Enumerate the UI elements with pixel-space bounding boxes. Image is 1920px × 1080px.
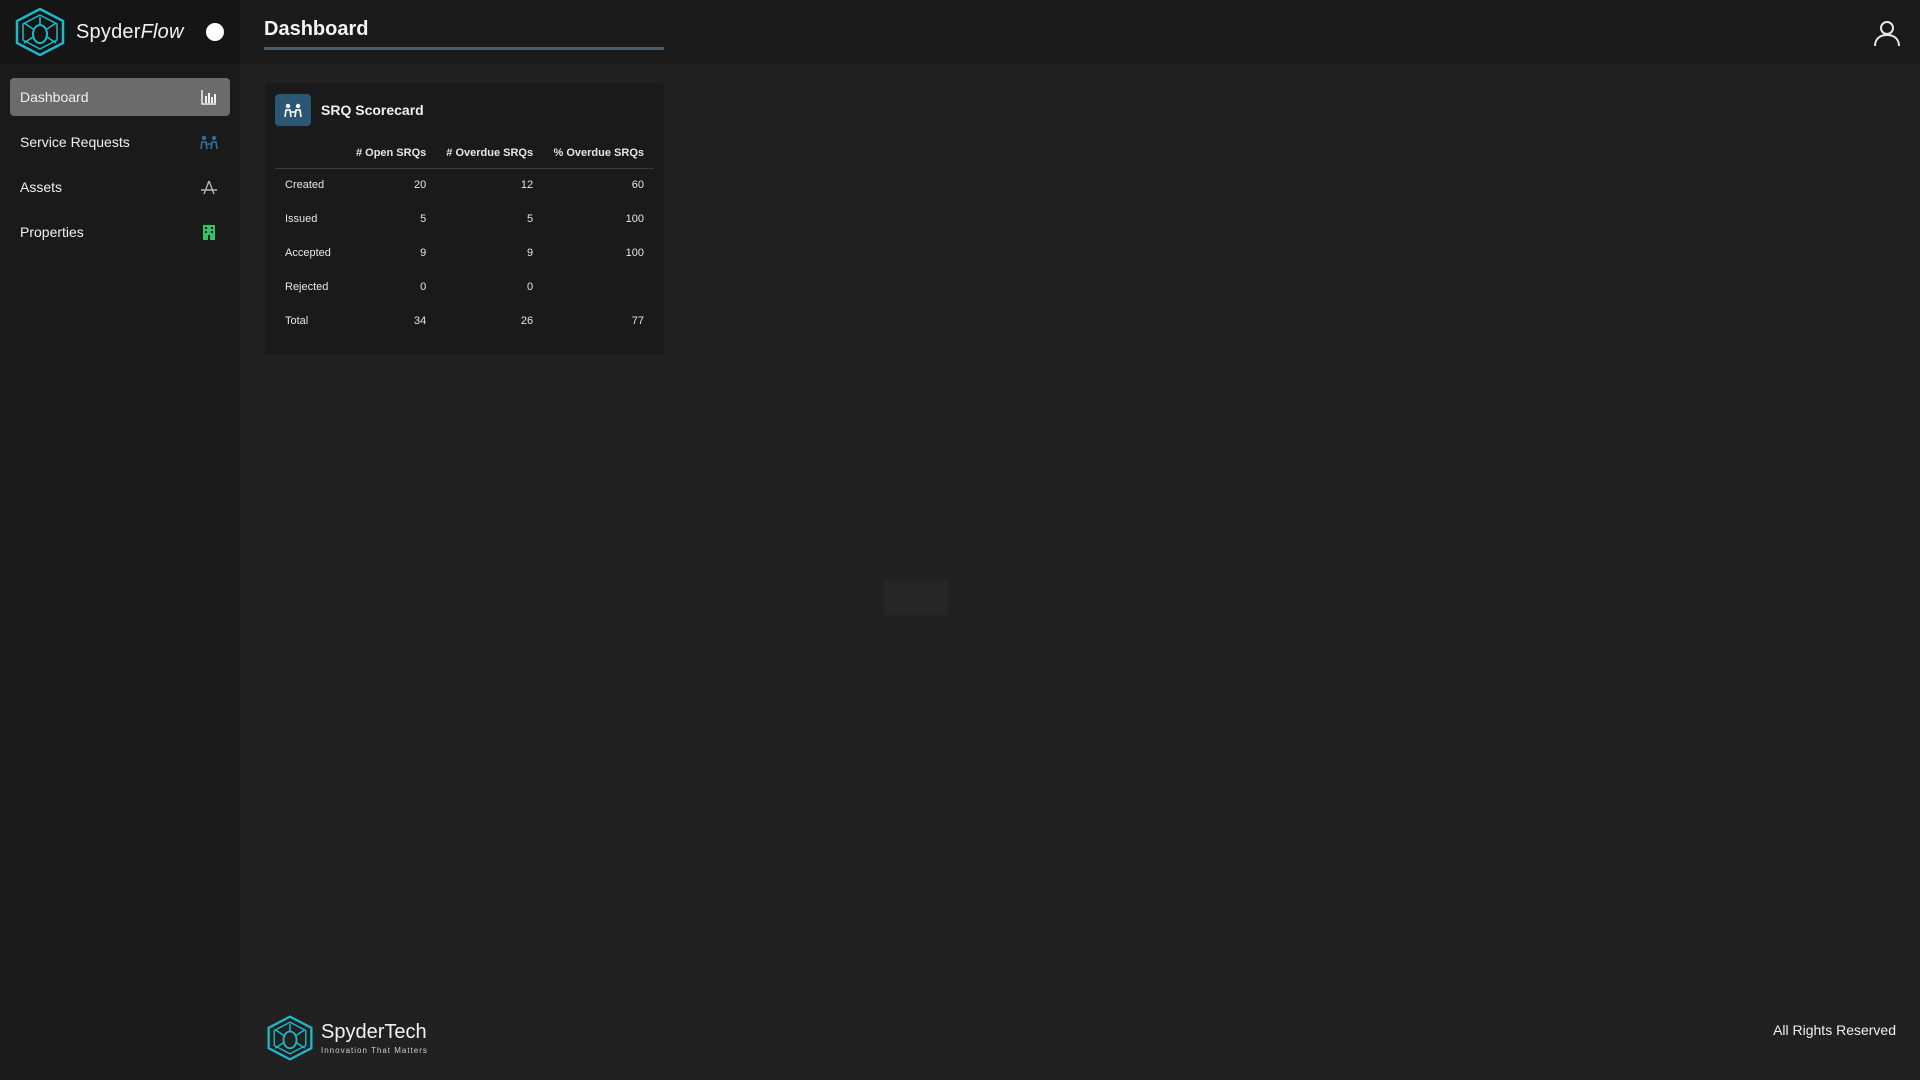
sidebar-nav: Dashboard Service Requests Assets Proper… <box>0 64 240 251</box>
table-cell: 60 <box>631 179 644 192</box>
row-label: Issued <box>285 213 318 225</box>
sidebar-item-dashboard[interactable]: Dashboard <box>10 78 230 116</box>
table-cell: 100 <box>625 213 644 225</box>
app-name: SpyderFlow <box>76 20 184 43</box>
row-label: Created <box>285 179 325 192</box>
footer-tagline: Innovation That Matters <box>321 1046 428 1055</box>
sidebar-item-label: Dashboard <box>20 89 89 105</box>
copyright-text: All Rights Reserved <box>1773 1022 1896 1038</box>
table-cell: 5 <box>420 213 427 225</box>
column-header <box>275 138 348 169</box>
table-cell <box>543 270 654 304</box>
column-header: % Overdue SRQs <box>543 138 654 169</box>
column-header: # Open SRQs <box>347 138 437 169</box>
title-underline <box>264 47 664 50</box>
brand: SpyderFlow <box>0 0 240 64</box>
loading-placeholder <box>884 581 948 615</box>
table-cell: 34 <box>414 315 427 327</box>
table-cell: 100 <box>625 247 644 259</box>
theme-toggle[interactable] <box>205 23 224 41</box>
card-header: SRQ Scorecard <box>265 83 664 126</box>
page-title: Dashboard <box>264 18 369 40</box>
table-cell: 77 <box>631 315 644 327</box>
footer-brand: SpyderTech Innovation That Matters <box>321 1021 428 1055</box>
asset-icon <box>200 178 218 196</box>
sidebar-item-label: Assets <box>20 179 63 195</box>
table-cell: 0 <box>420 281 427 293</box>
table-cell: 0 <box>526 281 534 293</box>
bar-chart-icon <box>200 88 218 106</box>
footer-brand-name: SpyderTech <box>321 1021 427 1043</box>
table-cell: 26 <box>520 315 534 327</box>
sidebar-item-properties[interactable]: Properties <box>10 213 230 251</box>
user-icon[interactable] <box>1872 18 1902 48</box>
srq-scorecard-card: SRQ Scorecard # Open SRQs # Overdue SRQs… <box>265 83 664 355</box>
row-label: Accepted <box>285 247 331 259</box>
table-row: Rejected 0 0 <box>275 270 654 304</box>
sidebar-item-label: Properties <box>20 224 84 240</box>
table-row: Accepted 9 9 100 <box>275 236 654 270</box>
building-icon <box>200 223 218 241</box>
spydertech-logo <box>267 1015 313 1061</box>
sidebar-item-label: Service Requests <box>20 134 130 150</box>
people-icon <box>200 133 218 151</box>
sidebar-item-service-requests[interactable]: Service Requests <box>10 123 230 161</box>
table-cell: 9 <box>420 247 427 259</box>
row-label: Rejected <box>285 281 329 293</box>
card-title: SRQ Scorecard <box>321 102 424 118</box>
people-icon <box>275 94 311 126</box>
table-row: Created 20 12 60 <box>275 168 654 202</box>
row-label: Total <box>285 315 309 327</box>
table-row: Total 34 26 77 <box>275 304 654 338</box>
table-cell: 20 <box>414 179 427 192</box>
table-cell: 9 <box>526 247 534 259</box>
table-cell: 12 <box>520 179 534 192</box>
sidebar-item-assets[interactable]: Assets <box>10 168 230 206</box>
scorecard-table: # Open SRQs # Overdue SRQs % Overdue SRQ… <box>275 138 654 338</box>
spyderflow-logo[interactable] <box>12 7 68 57</box>
column-header: # Overdue SRQs <box>436 138 544 169</box>
table-row: Issued 5 5 100 <box>275 202 654 236</box>
table-cell: 5 <box>526 213 534 225</box>
table-header-row: # Open SRQs # Overdue SRQs % Overdue SRQ… <box>275 138 654 169</box>
sidebar: SpyderFlow Dashboard Service Requests As… <box>0 0 240 1080</box>
top-bar: Dashboard <box>240 0 1920 64</box>
